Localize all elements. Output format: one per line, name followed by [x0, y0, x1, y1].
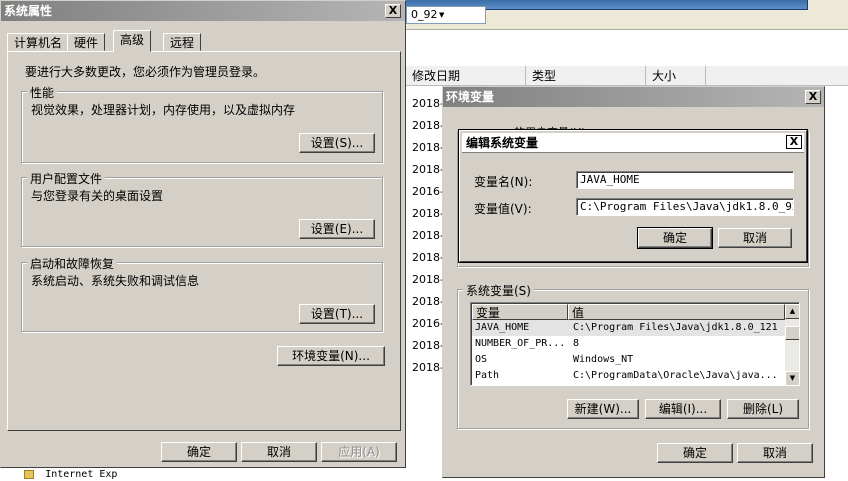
system-variables-title: 系统变量(S)	[463, 282, 534, 299]
edit-variable-button[interactable]: 编辑(I)...	[645, 399, 721, 419]
user-profiles-desc: 与您登录有关的桌面设置	[31, 189, 164, 203]
variable-name: NUMBER_OF_PR...	[475, 338, 565, 349]
dialog-title: 编辑系统变量	[466, 136, 539, 150]
variable-value-label: 变量值(V):	[474, 202, 532, 216]
table-row[interactable]: JAVA_HOME C:\Program Files\Java\jdk1.8.0…	[472, 320, 785, 336]
tab-computer-name[interactable]: 计算机名	[7, 33, 70, 51]
cancel-button[interactable]: 取消	[241, 442, 317, 462]
taskbar-item-label: Internet Exp	[45, 469, 118, 480]
dropdown-arrow-icon: ▼	[439, 11, 445, 19]
column-size[interactable]: 大小	[646, 66, 706, 86]
performance-title: 性能	[27, 84, 58, 101]
file-date: 2018-	[412, 97, 444, 110]
close-icon[interactable]: X	[786, 135, 802, 149]
list-scrollbar[interactable]: ▲ ▼	[785, 304, 799, 385]
file-date: 2018-	[412, 207, 444, 220]
path-dropdown-value: 0_92	[411, 8, 438, 21]
file-date: 2018-	[412, 119, 444, 132]
performance-settings-button[interactable]: 设置(S)...	[299, 133, 375, 153]
dialog-title: 系统属性	[4, 4, 53, 18]
variable-name: OS	[475, 354, 488, 365]
file-date: 2018-	[412, 273, 444, 286]
user-profiles-title: 用户配置文件	[27, 170, 106, 187]
tab-hardware[interactable]: 硬件	[67, 33, 106, 51]
table-row[interactable]: NUMBER_OF_PR... 8	[472, 336, 785, 352]
file-date: 2018-	[412, 141, 444, 154]
close-icon[interactable]: X	[385, 4, 401, 18]
column-type[interactable]: 类型	[526, 66, 646, 86]
performance-desc: 视觉效果，处理器计划，内存使用，以及虚拟内存	[31, 103, 296, 117]
list-header: 变量 值	[472, 304, 785, 320]
file-date: 2018-	[412, 295, 444, 308]
variable-value-input[interactable]: C:\Program Files\Java\jdk1.8.0_92	[576, 198, 794, 216]
path-dropdown[interactable]: 0_92 ▼	[406, 6, 486, 24]
startup-recovery-title: 启动和故障恢复	[27, 255, 118, 272]
file-date: 2016-	[412, 317, 444, 330]
edit-variable-titlebar[interactable]: 编辑系统变量	[462, 133, 804, 153]
column-value[interactable]: 值	[568, 304, 785, 320]
ok-button[interactable]: 确定	[637, 227, 713, 249]
variable-name: JAVA_HOME	[475, 322, 530, 333]
table-row[interactable]: OS Windows_NT	[472, 352, 785, 368]
system-properties-titlebar[interactable]: 系统属性	[1, 1, 405, 21]
cancel-button[interactable]: 取消	[718, 228, 792, 248]
file-date: 2018-	[412, 251, 444, 264]
variable-value: 8	[573, 338, 580, 349]
variable-value: C:\ProgramData\Oracle\Java\java...	[573, 370, 778, 381]
cancel-button[interactable]: 取消	[737, 443, 813, 463]
column-variable[interactable]: 变量	[472, 304, 568, 320]
file-list-header: 修改日期 类型 大小	[406, 66, 848, 86]
tab-advanced[interactable]: 高级	[113, 30, 152, 52]
file-date: 2018-	[412, 361, 444, 374]
tab-remote[interactable]: 远程	[163, 33, 202, 51]
new-variable-button[interactable]: 新建(W)...	[567, 399, 639, 419]
system-variables-list[interactable]: 变量 值 JAVA_HOME C:\Program Files\Java\jdk…	[470, 302, 800, 386]
system-properties-dialog: 系统属性 X 计算机名 硬件 高级 远程 要进行大多数更改，您必须作为管理员登录…	[0, 0, 406, 468]
environment-variables-button[interactable]: 环境变量(N)...	[277, 346, 385, 366]
table-row[interactable]: Path C:\ProgramData\Oracle\Java\java...	[472, 368, 785, 384]
variable-value: Windows_NT	[573, 354, 634, 365]
taskbar-item[interactable]: Internet Exp	[24, 468, 134, 481]
environment-variables-titlebar[interactable]: 环境变量	[443, 87, 824, 107]
file-date: 2018-	[412, 229, 444, 242]
admin-note: 要进行大多数更改，您必须作为管理员登录。	[25, 65, 266, 79]
dialog-title: 环境变量	[446, 90, 495, 104]
scroll-down-icon[interactable]: ▼	[785, 371, 799, 385]
variable-name-label: 变量名(N):	[474, 175, 533, 189]
variable-value: C:\Program Files\Java\jdk1.8.0_121	[573, 322, 778, 333]
column-modified-date[interactable]: 修改日期	[406, 66, 526, 86]
scroll-up-icon[interactable]: ▲	[785, 304, 799, 319]
ok-button[interactable]: 确定	[657, 443, 733, 463]
ok-button[interactable]: 确定	[161, 442, 237, 462]
file-date: 2016-	[412, 185, 444, 198]
variable-name-input[interactable]: JAVA_HOME	[576, 171, 794, 189]
file-date: 2018-	[412, 163, 444, 176]
delete-variable-button[interactable]: 删除(L)	[727, 399, 799, 419]
apply-button: 应用(A)	[321, 442, 397, 462]
edit-system-variable-dialog: 编辑系统变量 X 变量名(N): JAVA_HOME 变量值(V): C:\Pr…	[458, 129, 808, 263]
file-date: 2018-	[412, 339, 444, 352]
folder-icon	[24, 469, 34, 479]
startup-recovery-desc: 系统启动、系统失败和调试信息	[31, 274, 200, 288]
user-profiles-settings-button[interactable]: 设置(E)...	[299, 219, 375, 239]
scroll-thumb[interactable]	[785, 326, 799, 340]
variable-name: Path	[475, 370, 500, 381]
close-icon[interactable]: X	[805, 90, 821, 104]
startup-recovery-settings-button[interactable]: 设置(T)...	[299, 304, 375, 324]
